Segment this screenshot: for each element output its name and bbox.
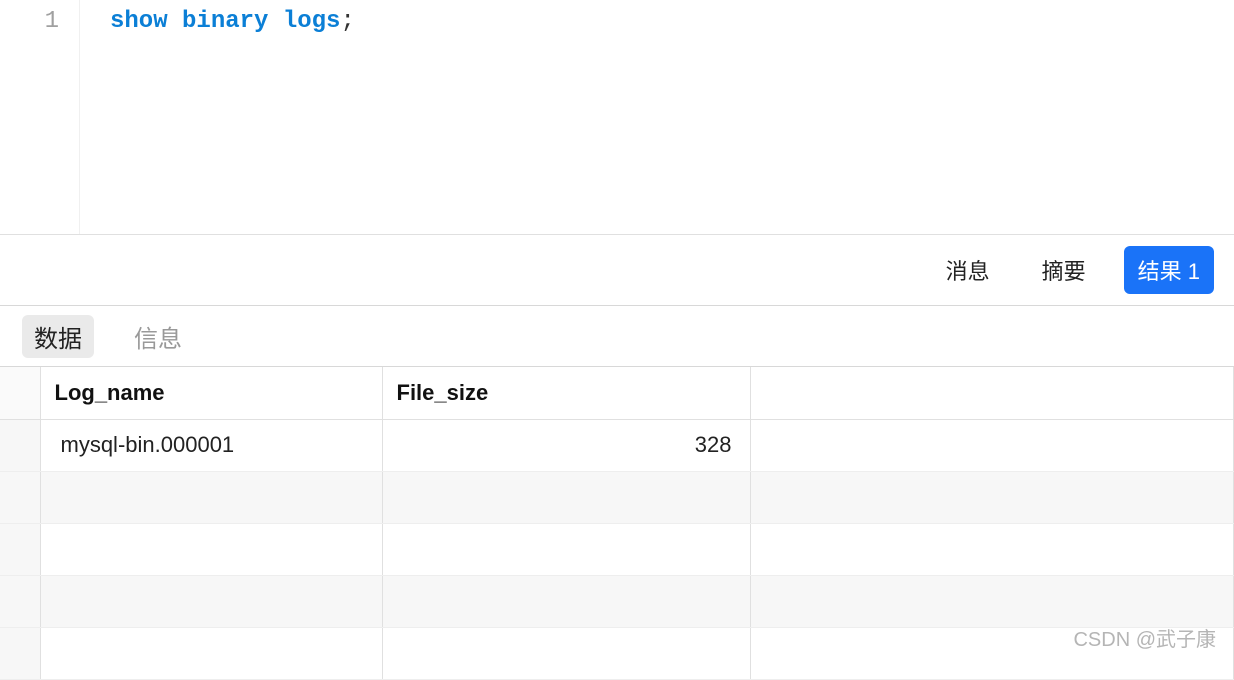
cell-empty xyxy=(40,627,382,679)
cell-log-name[interactable]: mysql-bin.000001 xyxy=(40,419,382,471)
cell-empty xyxy=(750,575,1234,627)
cell-empty xyxy=(382,471,750,523)
cell-empty xyxy=(40,523,382,575)
cell-empty xyxy=(382,627,750,679)
column-header-empty xyxy=(750,367,1234,419)
tab-result-1[interactable]: 结果 1 xyxy=(1124,246,1214,294)
cell-empty xyxy=(382,523,750,575)
sql-editor[interactable]: 1 show binary logs; xyxy=(0,0,1234,235)
table-row[interactable]: mysql-bin.000001 328 xyxy=(0,419,1234,471)
column-header-file-size[interactable]: File_size xyxy=(382,367,750,419)
cell-empty xyxy=(40,575,382,627)
table-row xyxy=(0,575,1234,627)
row-header-handle xyxy=(0,367,40,419)
row-handle xyxy=(0,575,40,627)
cell-file-size[interactable]: 328 xyxy=(382,419,750,471)
cell-empty xyxy=(750,419,1234,471)
column-header-log-name[interactable]: Log_name xyxy=(40,367,382,419)
cell-empty xyxy=(750,471,1234,523)
cell-empty xyxy=(750,627,1234,679)
row-handle xyxy=(0,523,40,575)
cell-empty xyxy=(40,471,382,523)
cell-empty xyxy=(382,575,750,627)
tab-summary[interactable]: 摘要 xyxy=(1028,246,1100,294)
line-number: 1 xyxy=(0,8,59,35)
result-tabs: 消息 摘要 结果 1 xyxy=(0,235,1234,305)
row-handle[interactable] xyxy=(0,419,40,471)
table-row xyxy=(0,471,1234,523)
subtab-data[interactable]: 数据 xyxy=(22,315,94,358)
code-content[interactable]: show binary logs; xyxy=(80,0,1234,234)
sql-keyword: show binary logs xyxy=(110,8,340,35)
tab-messages[interactable]: 消息 xyxy=(932,246,1004,294)
row-handle xyxy=(0,627,40,679)
table-row xyxy=(0,523,1234,575)
sql-punct: ; xyxy=(340,8,354,35)
cell-empty xyxy=(750,523,1234,575)
table-row xyxy=(0,627,1234,679)
row-handle xyxy=(0,471,40,523)
line-gutter: 1 xyxy=(0,0,80,234)
subtab-info[interactable]: 信息 xyxy=(122,315,194,358)
sub-tabs: 数据 信息 xyxy=(0,306,1234,366)
results-table: Log_name File_size mysql-bin.000001 328 xyxy=(0,366,1234,680)
